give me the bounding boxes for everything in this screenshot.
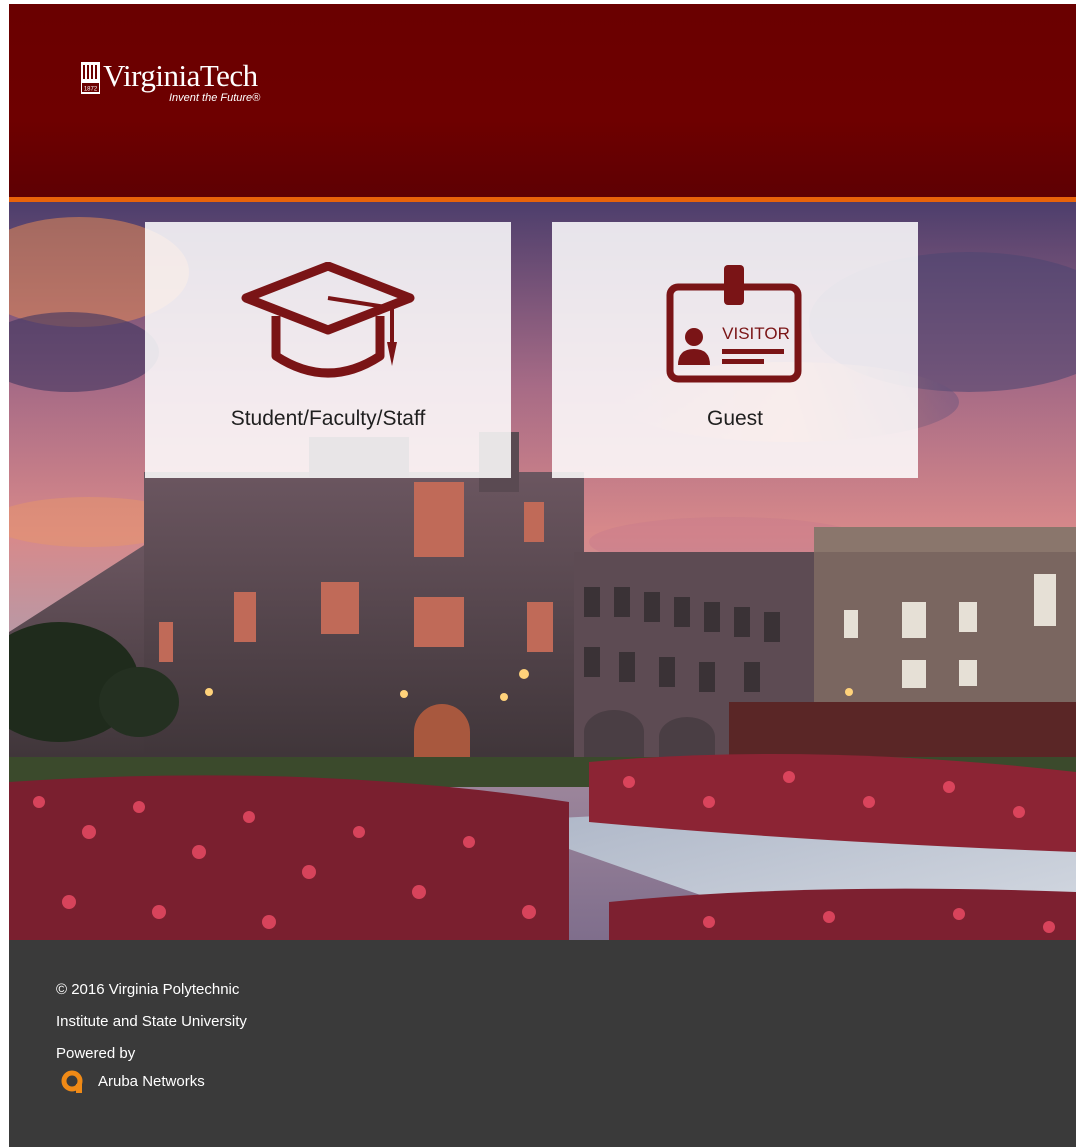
powered-by-label: Powered by (56, 1045, 136, 1062)
graduation-cap-icon (241, 262, 415, 378)
virginia-tech-logo: 1872 VirginiaTech Invent the Future® (81, 58, 321, 108)
logo-year: 1872 (84, 87, 98, 93)
logo-building-icon: 1872 (81, 62, 100, 94)
student-faculty-staff-label: Student/Faculty/Staff (230, 407, 426, 430)
copyright-line-2: Institute and State University (56, 1013, 247, 1030)
guest-button[interactable]: VISITOR Guest (552, 222, 918, 478)
guest-label: Guest (706, 407, 764, 430)
brand-name: VirginiaTech (103, 58, 258, 93)
student-faculty-staff-button[interactable]: Student/Faculty/Staff (145, 222, 511, 478)
header-bar: 1872 VirginiaTech Invent the Future® (9, 4, 1076, 197)
aruba-logo-icon (61, 1070, 83, 1093)
footer: © 2016 Virginia Polytechnic Institute an… (9, 940, 1076, 1147)
aruba-networks-label: Aruba Networks (98, 1073, 205, 1090)
visitor-badge-icon: VISITOR (666, 265, 802, 383)
login-portal: 1872 VirginiaTech Invent the Future® Stu… (9, 4, 1076, 1147)
copyright-line-1: © 2016 Virginia Polytechnic (56, 981, 240, 998)
visitor-badge-text: VISITOR (722, 324, 790, 343)
brand-tagline: Invent the Future® (169, 92, 261, 104)
